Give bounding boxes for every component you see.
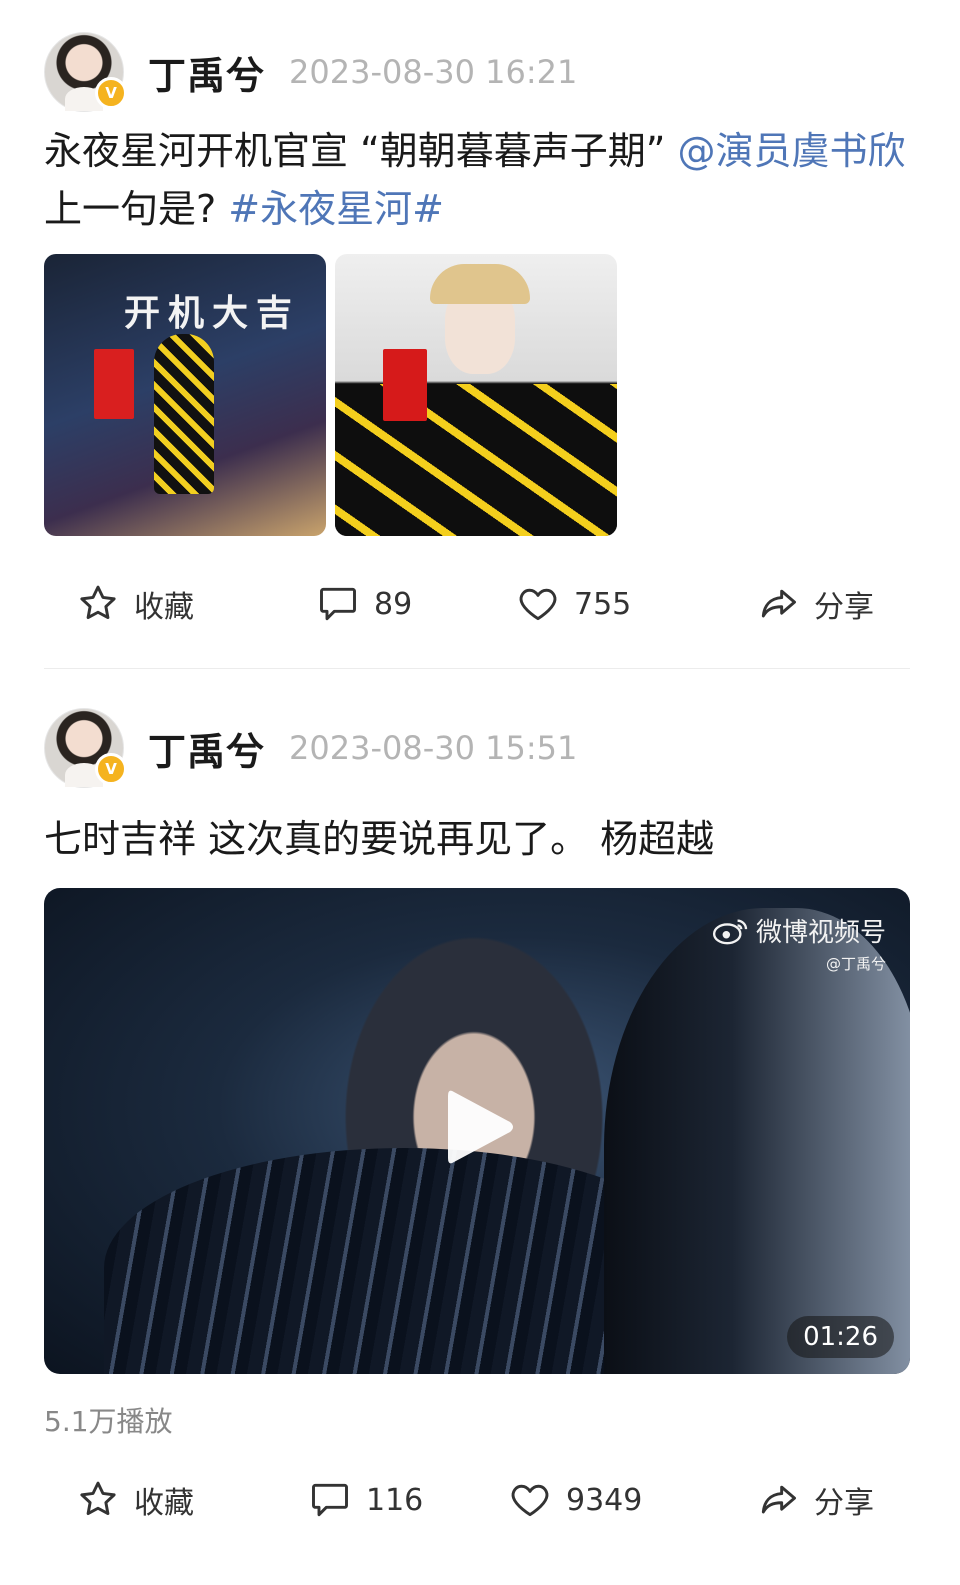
favorite-label: 收藏	[134, 590, 194, 625]
post-time: 2023-08-30 15:51	[289, 729, 578, 767]
character-right	[604, 908, 910, 1374]
share-icon	[761, 589, 796, 618]
weibo-logo-icon	[712, 919, 748, 944]
comment-button[interactable]: 116	[308, 1470, 423, 1530]
red-envelope	[94, 349, 134, 419]
video-player[interactable]: 微博视频号 @丁禹兮 01:26	[44, 888, 910, 1374]
star-icon	[80, 1481, 116, 1516]
username[interactable]: 丁禹兮	[148, 45, 265, 100]
favorite-button[interactable]: 收藏	[76, 1470, 194, 1530]
comment-count: 89	[374, 586, 413, 622]
favorite-label: 收藏	[134, 1486, 194, 1521]
like-count: 9349	[566, 1482, 643, 1518]
heart-icon	[519, 588, 557, 621]
watermark-handle: @丁禹兮	[825, 955, 886, 973]
play-count: 5.1万播放	[44, 1405, 173, 1438]
person-figure	[154, 334, 214, 494]
divider	[44, 668, 910, 669]
red-envelope	[383, 349, 427, 421]
watermark-brand: 微博视频号	[755, 918, 886, 948]
video-duration: 01:26	[787, 1316, 894, 1358]
share-label: 分享	[814, 590, 874, 625]
share-button[interactable]: 分享	[756, 1470, 874, 1530]
post-text-plain: 上一句是?	[44, 187, 229, 231]
share-button[interactable]: 分享	[756, 574, 874, 634]
comment-count: 116	[366, 1482, 424, 1518]
like-button[interactable]: 755	[516, 574, 631, 634]
post-text: 永夜星河开机官宣 “朝朝暮暮声子期” @演员虞书欣 上一句是? #永夜星河#	[44, 122, 914, 238]
hashtag-link[interactable]: #永夜星河#	[228, 187, 444, 231]
post-header: V 丁禹兮 2023-08-30 16:21	[44, 32, 577, 112]
post-text-plain: 永夜星河开机官宣 “朝朝暮暮声子期”	[44, 129, 678, 173]
action-bar: 收藏 116 9349 分享	[0, 1470, 960, 1530]
action-bar: 收藏 89 755 分享	[0, 574, 960, 634]
post-text-plain: 七时吉祥 这次真的要说再见了。 杨超越	[44, 817, 715, 861]
post-image-1[interactable]: 开机大吉	[44, 254, 326, 536]
comment-icon	[312, 1483, 348, 1517]
like-button[interactable]: 9349	[508, 1470, 642, 1530]
comment-button[interactable]: 89	[316, 574, 412, 634]
star-icon	[80, 585, 116, 620]
avatar[interactable]: V	[44, 708, 127, 788]
username[interactable]: 丁禹兮	[148, 721, 265, 776]
favorite-button[interactable]: 收藏	[76, 574, 194, 634]
share-label: 分享	[814, 1486, 874, 1521]
verified-badge-icon: V	[95, 753, 127, 785]
post-header: V 丁禹兮 2023-08-30 15:51	[44, 708, 577, 788]
play-icon[interactable]	[444, 1086, 516, 1168]
sweater-pattern	[335, 384, 617, 536]
post-text: 七时吉祥 这次真的要说再见了。 杨超越	[44, 810, 914, 868]
image-caption: 开机大吉	[124, 292, 301, 334]
share-icon	[761, 1485, 796, 1514]
verified-badge-icon: V	[95, 77, 127, 109]
post-image-2[interactable]	[335, 254, 617, 536]
avatar[interactable]: V	[44, 32, 127, 112]
comment-icon	[320, 587, 356, 621]
heart-icon	[511, 1484, 549, 1517]
watermark: 微博视频号 @丁禹兮	[712, 912, 886, 974]
mention-link[interactable]: @演员虞书欣	[678, 129, 906, 173]
post-time: 2023-08-30 16:21	[289, 53, 578, 91]
cap	[430, 264, 530, 304]
like-count: 755	[574, 586, 632, 622]
